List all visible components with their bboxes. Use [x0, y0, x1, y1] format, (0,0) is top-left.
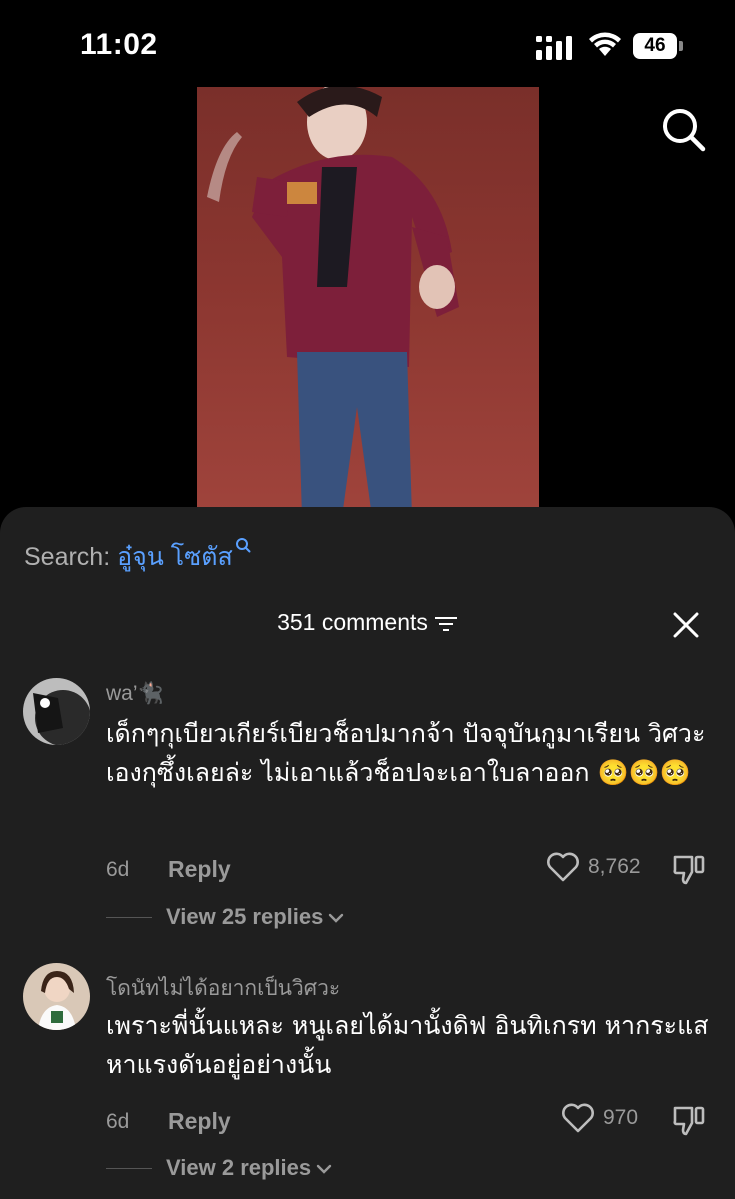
comment-text: เด็กๆกุเบียวเกียร์เบียวช็อปมากจ้า ปัจจุบ… — [106, 719, 706, 787]
view-replies-button[interactable]: View 2 replies — [166, 1155, 333, 1181]
divider — [106, 917, 152, 918]
performer-image — [207, 87, 459, 517]
divider — [106, 1168, 152, 1169]
battery-icon: 46 — [633, 33, 683, 59]
wifi-icon — [589, 32, 621, 56]
heart-icon — [562, 1103, 594, 1133]
filter-icon[interactable] — [434, 615, 458, 633]
heart-icon — [547, 852, 579, 882]
view-replies-label: View 2 replies — [166, 1155, 312, 1180]
comment-username[interactable]: wa’🐈‍⬛ — [106, 682, 164, 706]
like-count: 8,762 — [588, 855, 641, 878]
status-time: 11:02 — [80, 28, 158, 61]
comments-sheet: Search: อู๋จุน โซตัส 351 comments wa’🐈‍⬛… — [0, 507, 735, 1199]
status-bar: 11:02 46 — [0, 0, 735, 90]
search-prefix: Search: — [24, 543, 118, 571]
avatar[interactable] — [23, 963, 90, 1030]
search-query-link[interactable]: อู๋จุน โซตัส — [117, 543, 233, 571]
view-replies-label: View 25 replies — [166, 904, 324, 929]
comment-age: 6d — [106, 1110, 130, 1133]
comment-age: 6d — [106, 858, 130, 881]
comment-text: เพราะพี่นั้นแหละ หนูเลยได้มานั้งดิฟ อินท… — [106, 1011, 709, 1079]
close-icon[interactable] — [672, 611, 700, 639]
view-replies-button[interactable]: View 25 replies — [166, 904, 345, 930]
cellular-signal-icon — [536, 36, 572, 60]
chevron-down-icon — [329, 913, 344, 923]
avatar[interactable] — [23, 678, 90, 745]
comments-header[interactable]: 351 comments — [0, 609, 735, 636]
chevron-down-icon — [316, 1164, 332, 1174]
like-count: 970 — [603, 1106, 639, 1129]
battery-level: 46 — [633, 33, 677, 59]
dislike-icon[interactable] — [672, 852, 706, 886]
like-button[interactable]: 8,762 — [546, 852, 641, 882]
reply-button[interactable]: Reply — [168, 1108, 231, 1135]
dislike-icon[interactable] — [672, 1103, 706, 1137]
video-player[interactable] — [197, 87, 539, 517]
search-suggestion[interactable]: Search: อู๋จุน โซตัส — [24, 537, 251, 577]
search-small-icon — [235, 538, 251, 553]
reply-button[interactable]: Reply — [168, 856, 231, 883]
search-icon[interactable] — [660, 106, 706, 152]
like-button[interactable]: 970 — [561, 1103, 638, 1133]
comment-count: 351 comments — [277, 609, 428, 635]
comment-username[interactable]: โดนัทไม่ได้อยากเป็นวิศวะ — [106, 972, 340, 1005]
